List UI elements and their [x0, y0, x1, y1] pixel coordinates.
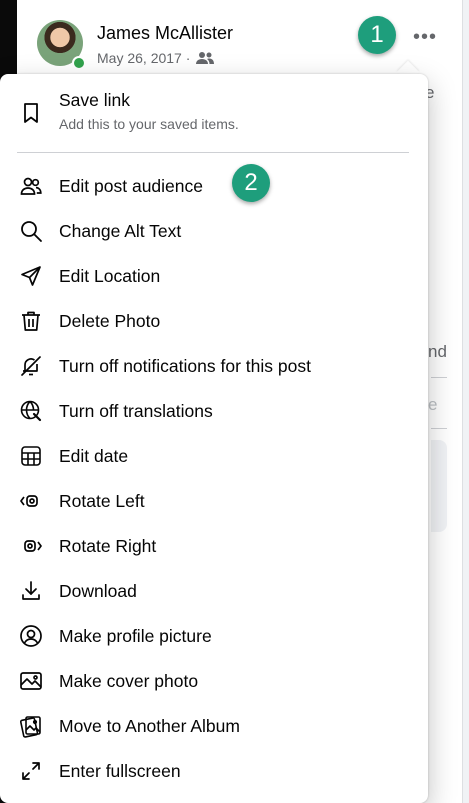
background-text: nd	[428, 342, 447, 361]
menu-item-label: Download	[59, 580, 137, 601]
menu-item-label: Change Alt Text	[59, 220, 182, 241]
menu-item-turn-off-notifications[interactable]: Turn off notifications for this post	[8, 344, 420, 388]
globe-translate-icon	[18, 398, 44, 424]
menu-item-label: Edit date	[59, 445, 129, 466]
menu-item-enter-fullscreen[interactable]: Enter fullscreen	[8, 749, 420, 793]
image-icon	[18, 668, 44, 694]
menu-item-change-alt-text[interactable]: Change Alt Text	[8, 209, 420, 253]
save-link-label: Save link	[59, 90, 131, 110]
menu-item-label: Turn off notifications for this post	[59, 355, 311, 376]
menu-item-edit-date[interactable]: Edit date	[8, 434, 420, 478]
save-link-subtitle: Add this to your saved items.	[59, 116, 239, 132]
menu-item-move-to-another-album[interactable]: Move to Another Album	[8, 704, 420, 748]
menu-item-make-profile-picture[interactable]: Make profile picture	[8, 614, 420, 658]
menu-item-label: Enter fullscreen	[59, 760, 181, 781]
background-divider	[431, 377, 447, 378]
step-badge-1: 1	[358, 16, 396, 54]
trash-icon	[18, 308, 44, 334]
step-badge-2: 2	[232, 164, 270, 202]
page-right-edge	[462, 0, 469, 803]
location-arrow-icon	[18, 263, 44, 289]
menu-item-save-link[interactable]: Save link Add this to your saved items.	[8, 86, 420, 142]
profile-circle-icon	[18, 623, 44, 649]
menu-item-download[interactable]: Download	[8, 569, 420, 613]
menu-item-label: Make profile picture	[59, 625, 212, 646]
menu-item-label: Move to Another Album	[59, 715, 240, 736]
background-card	[431, 440, 447, 532]
menu-item-label: Rotate Right	[59, 535, 157, 556]
search-icon	[18, 218, 44, 244]
bookmark-icon	[18, 100, 44, 126]
album-icon	[18, 713, 44, 739]
menu-item-label: Make cover photo	[59, 670, 199, 691]
download-icon	[18, 578, 44, 604]
menu-item-rotate-left[interactable]: Rotate Left	[8, 479, 420, 523]
menu-item-edit-location[interactable]: Edit Location	[8, 254, 420, 298]
bell-off-icon	[18, 353, 44, 379]
author-name[interactable]: James McAllister	[97, 23, 233, 44]
menu-item-label: Turn off translations	[59, 400, 213, 421]
menu-item-label: Edit Location	[59, 265, 161, 286]
post-date[interactable]: May 26, 2017 ·	[97, 50, 190, 66]
rotate-left-icon	[18, 488, 44, 514]
menu-item-label: Delete Photo	[59, 310, 161, 331]
menu-item-label: Rotate Left	[59, 490, 145, 511]
calendar-icon	[18, 443, 44, 469]
people-icon	[18, 173, 44, 199]
menu-item-make-cover-photo[interactable]: Make cover photo	[8, 659, 420, 703]
rotate-right-icon	[18, 533, 44, 559]
online-status-icon	[72, 56, 86, 70]
background-divider	[431, 428, 447, 429]
more-options-button[interactable]: •••	[413, 27, 437, 47]
menu-divider	[17, 152, 409, 153]
menu-item-delete-photo[interactable]: Delete Photo	[8, 299, 420, 343]
post-options-menu: Save link Add this to your saved items. …	[0, 74, 428, 803]
friends-icon[interactable]	[195, 51, 215, 65]
background-text: e	[428, 395, 438, 414]
menu-item-turn-off-translations[interactable]: Turn off translations	[8, 389, 420, 433]
post-meta: May 26, 2017 ·	[97, 50, 215, 66]
expand-icon	[18, 758, 44, 784]
menu-item-edit-post-audience[interactable]: Edit post audience	[8, 164, 420, 208]
menu-item-label: Edit post audience	[59, 175, 203, 196]
menu-item-rotate-right[interactable]: Rotate Right	[8, 524, 420, 568]
